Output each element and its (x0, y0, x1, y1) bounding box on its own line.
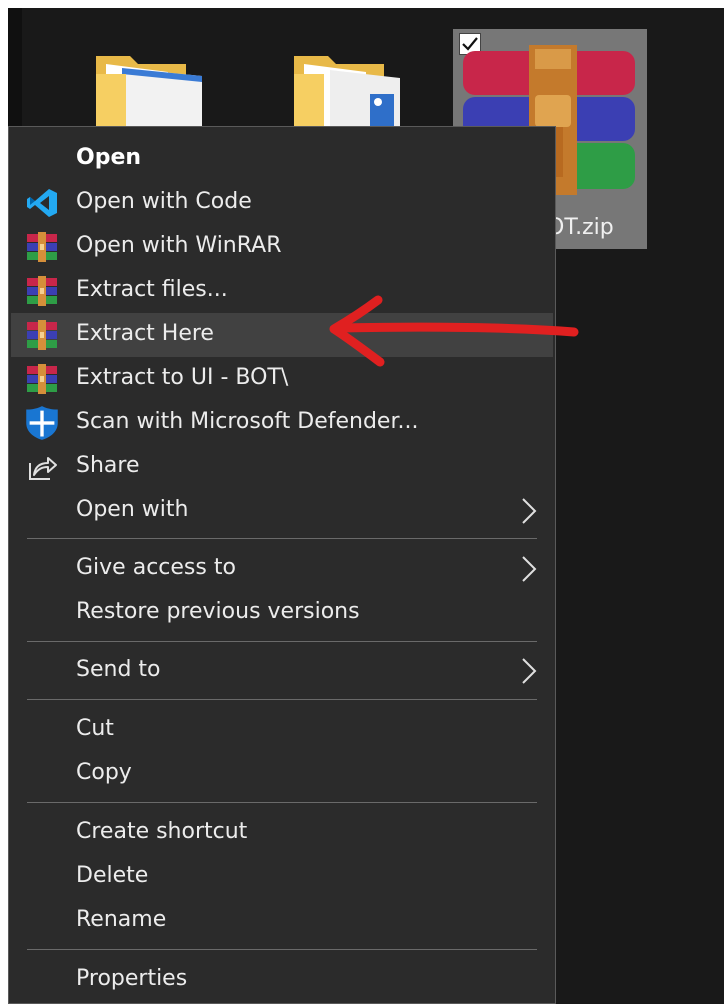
folder-icon[interactable] (290, 50, 410, 130)
chevron-right-icon (522, 556, 537, 582)
defender-shield-icon (26, 406, 58, 440)
chevron-right-icon (522, 498, 537, 524)
menu-item-delete[interactable]: Delete (11, 855, 553, 899)
menu-item-open-with[interactable]: Open with (11, 489, 553, 533)
menu-separator (27, 538, 537, 539)
zip-file-name: OT.zip (547, 215, 614, 240)
menu-item-open[interactable]: Open (11, 137, 553, 181)
menu-item-label: Scan with Microsoft Defender... (76, 409, 419, 434)
menu-separator (27, 641, 537, 642)
menu-item-label: Open with (76, 497, 189, 522)
chevron-right-icon (522, 658, 537, 684)
menu-item-label: Extract Here (76, 321, 214, 346)
menu-item-cut[interactable]: Cut (11, 708, 553, 752)
winrar-icon (27, 320, 57, 350)
menu-item-label: Open with Code (76, 189, 252, 214)
menu-item-label: Delete (76, 863, 149, 888)
menu-item-label: Properties (76, 966, 188, 991)
vscode-icon (27, 189, 57, 217)
context-menu: Open Open with Code Open with WinRAR Ext… (8, 126, 556, 1004)
menu-separator (27, 949, 537, 950)
menu-item-label: Send to (76, 657, 161, 682)
folder-icon[interactable] (92, 50, 212, 130)
winrar-icon (27, 364, 57, 394)
menu-item-label: Open (76, 145, 142, 170)
menu-item-send-to[interactable]: Send to (11, 649, 553, 693)
menu-item-open-with-winrar[interactable]: Open with WinRAR (11, 225, 553, 269)
winrar-icon (27, 276, 57, 306)
share-icon (29, 457, 57, 480)
winrar-icon (27, 232, 57, 262)
menu-item-label: Give access to (76, 555, 236, 580)
red-annotation-arrow (329, 295, 579, 367)
menu-item-create-shortcut[interactable]: Create shortcut (11, 811, 553, 855)
menu-item-label: Rename (76, 907, 167, 932)
menu-separator (27, 802, 537, 803)
menu-item-open-with-code[interactable]: Open with Code (11, 181, 553, 225)
menu-item-copy[interactable]: Copy (11, 752, 553, 796)
menu-item-label: Restore previous versions (76, 599, 360, 624)
menu-item-properties[interactable]: Properties (11, 958, 553, 1002)
menu-item-scan-defender[interactable]: Scan with Microsoft Defender... (11, 401, 553, 445)
menu-item-label: Cut (76, 716, 114, 741)
menu-separator (27, 699, 537, 700)
menu-item-label: Create shortcut (76, 819, 248, 844)
menu-item-label: Open with WinRAR (76, 233, 282, 258)
menu-item-label: Share (76, 453, 140, 478)
menu-item-give-access-to[interactable]: Give access to (11, 547, 553, 591)
menu-item-share[interactable]: Share (11, 445, 553, 489)
menu-item-label: Extract files... (76, 277, 228, 302)
menu-item-label: Extract to UI - BOT\ (76, 365, 289, 390)
menu-item-restore-previous-versions[interactable]: Restore previous versions (11, 591, 553, 635)
menu-item-rename[interactable]: Rename (11, 899, 553, 943)
desktop-left-edge (8, 8, 22, 128)
menu-item-label: Copy (76, 760, 132, 785)
